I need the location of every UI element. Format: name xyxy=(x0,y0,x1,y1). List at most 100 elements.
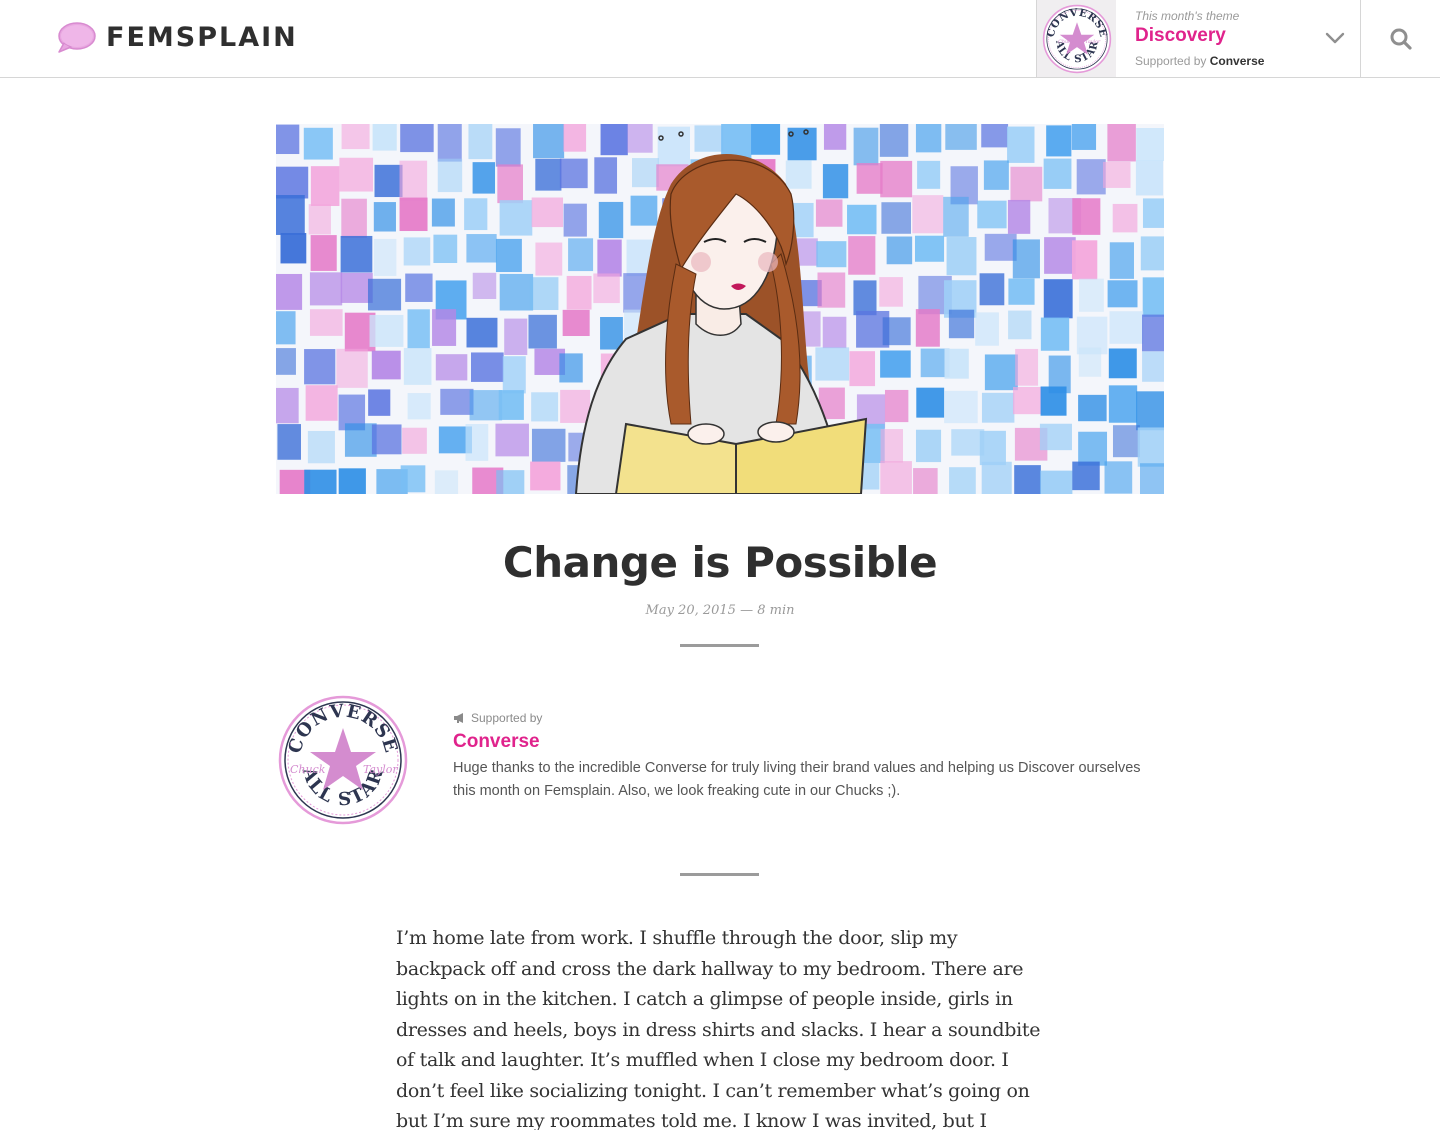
watercolor-tile xyxy=(369,314,404,347)
watercolor-tile xyxy=(1039,470,1073,494)
chevron-down-icon[interactable] xyxy=(1324,29,1346,47)
watercolor-tile xyxy=(913,468,938,494)
watercolor-tile xyxy=(822,316,847,349)
watercolor-tile xyxy=(497,164,523,204)
watercolor-tile xyxy=(915,429,942,463)
watercolor-tile xyxy=(853,280,877,316)
watercolor-tile xyxy=(276,273,303,310)
watercolor-tile xyxy=(280,233,307,264)
watercolor-tile xyxy=(1040,386,1067,416)
watercolor-tile xyxy=(502,356,526,394)
divider xyxy=(680,873,759,876)
watercolor-tile xyxy=(499,273,534,311)
watercolor-tile xyxy=(1109,311,1144,344)
watercolor-tile xyxy=(303,127,333,160)
watercolor-tile xyxy=(657,126,691,167)
watercolor-tile xyxy=(434,470,459,494)
watercolor-tile xyxy=(560,389,591,423)
watercolor-tile xyxy=(915,309,940,347)
theme-sponsor-logo: CONVERSE ALL STAR Chuck Taylor xyxy=(1037,0,1116,77)
watercolor-tile xyxy=(1010,166,1043,202)
watercolor-tile xyxy=(276,124,300,155)
watercolor-tile xyxy=(823,124,847,150)
watercolor-tile xyxy=(339,157,374,192)
watercolor-tile xyxy=(371,424,402,455)
watercolor-tile xyxy=(469,390,503,421)
watercolor-tile xyxy=(371,350,401,380)
converse-logo-icon[interactable]: CONVERSE ALL STAR Chuck Taylor xyxy=(278,695,408,825)
watercolor-tile xyxy=(562,309,590,337)
watercolor-tile xyxy=(856,163,883,194)
watercolor-tile xyxy=(1139,463,1164,494)
watercolor-tile xyxy=(593,273,620,304)
watercolor-tile xyxy=(1046,125,1072,157)
watercolor-tile xyxy=(945,124,977,150)
watercolor-tile xyxy=(341,124,370,150)
watercolor-tile xyxy=(535,242,563,276)
watercolor-tile xyxy=(600,124,628,156)
watercolor-tile xyxy=(815,199,843,227)
watercolor-tile xyxy=(1078,394,1107,422)
watercolor-tile xyxy=(912,195,944,234)
watercolor-tile xyxy=(1008,278,1035,305)
watercolor-tile xyxy=(981,461,1012,494)
watercolor-tile xyxy=(1039,423,1072,451)
watercolor-tile xyxy=(916,387,945,418)
watercolor-tile xyxy=(853,127,879,166)
watercolor-tile xyxy=(785,160,812,189)
watercolor-tile xyxy=(1112,203,1138,233)
svg-text:Chuck: Chuck xyxy=(1058,38,1074,44)
hero-watercolor-image xyxy=(276,124,1164,494)
watercolor-tile xyxy=(594,157,618,194)
theme-support-line: Supported by Converse xyxy=(1135,54,1265,68)
watercolor-tile xyxy=(1137,427,1164,467)
watercolor-tile xyxy=(563,124,587,152)
watercolor-tile xyxy=(1012,239,1040,279)
sponsor-name-link[interactable]: Converse xyxy=(453,731,540,753)
watercolor-tile xyxy=(1014,465,1041,494)
svg-text:Taylor: Taylor xyxy=(363,763,398,776)
watercolor-tile xyxy=(884,389,909,423)
watercolor-tile xyxy=(879,277,903,307)
monthly-theme-dropdown[interactable]: CONVERSE ALL STAR Chuck Taylor This mont… xyxy=(1036,0,1361,78)
converse-logo-icon: CONVERSE ALL STAR Chuck Taylor xyxy=(1042,4,1111,73)
watercolor-tile xyxy=(1078,431,1108,466)
watercolor-tile xyxy=(1078,347,1102,377)
watercolor-tile xyxy=(373,202,396,232)
watercolor-tile xyxy=(1136,391,1164,431)
watercolor-tile xyxy=(403,348,432,385)
watercolor-tile xyxy=(632,158,659,188)
watercolor-tile xyxy=(1079,278,1104,312)
watercolor-tile xyxy=(1109,242,1134,279)
watercolor-tile xyxy=(1043,279,1073,319)
watercolor-tile xyxy=(276,311,296,345)
watercolor-tile xyxy=(437,158,463,193)
watercolor-tile xyxy=(1071,124,1097,150)
watercolor-tile xyxy=(848,236,876,275)
watercolor-tile xyxy=(1043,158,1072,189)
search-icon xyxy=(1390,28,1412,50)
watercolor-tile xyxy=(566,275,592,310)
watercolor-tile xyxy=(276,195,305,235)
logo-wordmark: FEMSPLAIN xyxy=(106,22,298,53)
watercolor-tile xyxy=(499,200,533,236)
watercolor-tile xyxy=(403,237,431,266)
watercolor-tile xyxy=(498,390,524,420)
search-button[interactable] xyxy=(1362,0,1440,78)
watercolor-tile xyxy=(304,349,336,385)
watercolor-tile xyxy=(951,429,985,456)
watercolor-tile xyxy=(399,160,428,201)
svg-text:Chuck: Chuck xyxy=(290,763,326,776)
site-logo[interactable]: FEMSPLAIN xyxy=(56,21,298,55)
watercolor-tile xyxy=(1142,198,1164,228)
watercolor-tile xyxy=(1072,198,1101,235)
theme-name: Discovery xyxy=(1135,25,1226,46)
watercolor-tile xyxy=(1044,237,1076,274)
watercolor-tile xyxy=(979,430,1006,466)
watercolor-tile xyxy=(948,309,975,339)
watercolor-tile xyxy=(277,424,301,460)
watercolor-tile xyxy=(1142,351,1164,382)
watercolor-tile xyxy=(372,124,397,151)
watercolor-tile xyxy=(340,272,373,303)
watercolor-tile xyxy=(1103,161,1131,188)
